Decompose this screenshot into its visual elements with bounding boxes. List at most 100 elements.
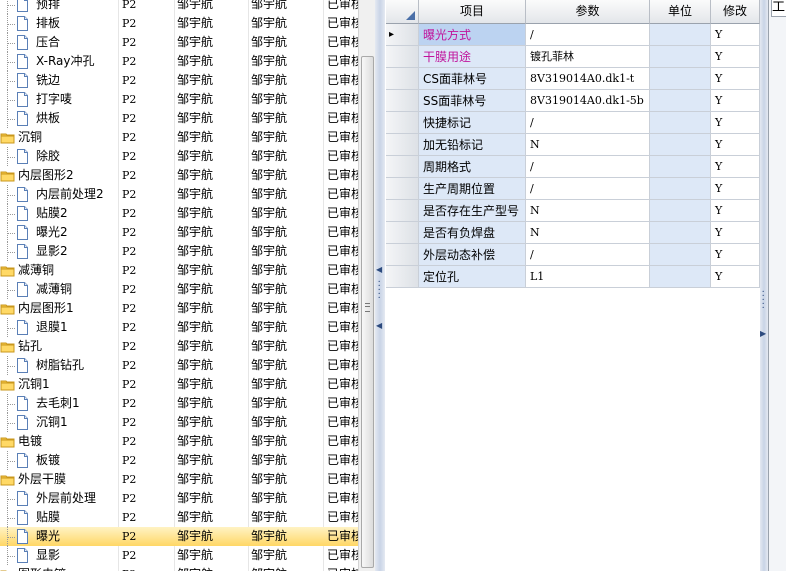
grid-cell-unit[interactable] bbox=[650, 68, 711, 90]
tree-row[interactable]: 内层前处理2 P2 邹宇航 邹宇航 已审核 bbox=[0, 185, 358, 204]
tree-node[interactable]: 沉铜 bbox=[0, 128, 114, 147]
tree-row[interactable]: 显影2 P2 邹宇航 邹宇航 已审核 bbox=[0, 242, 358, 261]
tree-node[interactable]: 内层图形1 bbox=[0, 299, 114, 318]
tree-node[interactable]: 烘板 bbox=[0, 109, 114, 128]
tree-row[interactable]: 板镀 P2 邹宇航 邹宇航 已审核 bbox=[0, 451, 358, 470]
grid-cell-param[interactable]: / bbox=[526, 244, 650, 266]
tree-row[interactable]: 贴膜2 P2 邹宇航 邹宇航 已审核 bbox=[0, 204, 358, 223]
tree-row[interactable]: 预排 P2 邹宇航 邹宇航 已审核 bbox=[0, 0, 358, 14]
grid-row[interactable]: 生产周期位置 / Y bbox=[386, 178, 760, 200]
tree-row[interactable]: 贴膜 P2 邹宇航 邹宇航 已审核 bbox=[0, 508, 358, 527]
tree-row[interactable]: 沉铜1 P2 邹宇航 邹宇航 已审核 bbox=[0, 413, 358, 432]
grid-cell-unit[interactable] bbox=[650, 200, 711, 222]
grid-cell-item[interactable]: 干膜用途 bbox=[419, 46, 526, 68]
tree-node[interactable]: 打字唛 bbox=[0, 90, 114, 109]
grid-row[interactable]: 干膜用途 镀孔菲林 Y bbox=[386, 46, 760, 68]
grid-cell-param[interactable]: / bbox=[526, 156, 650, 178]
tree-row[interactable]: 外层前处理 P2 邹宇航 邹宇航 已审核 bbox=[0, 489, 358, 508]
grid-cell-unit[interactable] bbox=[650, 266, 711, 288]
grid-row[interactable]: 外层动态补偿 / Y bbox=[386, 244, 760, 266]
tree-node[interactable]: 排板 bbox=[0, 14, 114, 33]
grid-cell-item[interactable]: 外层动态补偿 bbox=[419, 244, 526, 266]
tree-row[interactable]: 烘板 P2 邹宇航 邹宇航 已审核 bbox=[0, 109, 358, 128]
grid-cell-modify[interactable]: Y bbox=[711, 200, 760, 222]
row-indicator[interactable] bbox=[386, 156, 419, 178]
tree-node[interactable]: 板镀 bbox=[0, 451, 114, 470]
tree-node[interactable]: 贴膜2 bbox=[0, 204, 114, 223]
tree-row[interactable]: 内层图形2 P2 邹宇航 邹宇航 已审核 bbox=[0, 166, 358, 185]
grid-cell-item[interactable]: 加无铅标记 bbox=[419, 134, 526, 156]
grid-row[interactable]: 定位孔 L1 Y bbox=[386, 266, 760, 288]
collapse-left-icon-2[interactable]: ◀ bbox=[376, 322, 382, 330]
collapse-right-icon[interactable]: ▶ bbox=[760, 330, 766, 338]
tree-row[interactable]: 减薄铜 P2 邹宇航 邹宇航 已审核 bbox=[0, 280, 358, 299]
row-indicator[interactable] bbox=[386, 46, 419, 68]
grid-cell-modify[interactable]: Y bbox=[711, 222, 760, 244]
tree-node[interactable]: 退膜1 bbox=[0, 318, 114, 337]
tree-row[interactable]: 减薄铜 P2 邹宇航 邹宇航 已审核 bbox=[0, 261, 358, 280]
grid-row[interactable]: CS面菲林号 8V319014A0.dk1-t Y bbox=[386, 68, 760, 90]
tree-node[interactable]: 显影 bbox=[0, 546, 114, 565]
tree-node[interactable]: 除胶 bbox=[0, 147, 114, 166]
row-indicator[interactable] bbox=[386, 90, 419, 112]
grid-cell-param[interactable]: N bbox=[526, 200, 650, 222]
grid-cell-param[interactable]: / bbox=[526, 112, 650, 134]
grid-row[interactable]: ▸ 曝光方式 / Y bbox=[386, 24, 760, 46]
tree-node[interactable]: 压合 bbox=[0, 33, 114, 52]
header-unit[interactable]: 单位 bbox=[650, 0, 711, 24]
tree-row[interactable]: 沉铜 P2 邹宇航 邹宇航 已审核 bbox=[0, 128, 358, 147]
header-param[interactable]: 参数 bbox=[526, 0, 650, 24]
grid-cell-unit[interactable] bbox=[650, 46, 711, 68]
tree-node[interactable]: X-Ray冲孔 bbox=[0, 52, 114, 71]
grid-cell-modify[interactable]: Y bbox=[711, 112, 760, 134]
grid-cell-modify[interactable]: Y bbox=[711, 90, 760, 112]
grid-cell-unit[interactable] bbox=[650, 112, 711, 134]
side-tab[interactable]: 工艺 bbox=[771, 0, 786, 17]
tree-node[interactable]: 钻孔 bbox=[0, 337, 114, 356]
tree-node[interactable]: 外层干膜 bbox=[0, 470, 114, 489]
tree-row[interactable]: 树脂钻孔 P2 邹宇航 邹宇航 已审核 bbox=[0, 356, 358, 375]
row-indicator[interactable] bbox=[386, 112, 419, 134]
tree-node[interactable]: 沉铜1 bbox=[0, 375, 114, 394]
grid-row[interactable]: 快捷标记 / Y bbox=[386, 112, 760, 134]
row-indicator[interactable] bbox=[386, 222, 419, 244]
tree-node[interactable]: 曝光2 bbox=[0, 223, 114, 242]
grid-cell-param[interactable]: 镀孔菲林 bbox=[526, 46, 650, 68]
tree-node[interactable]: 内层图形2 bbox=[0, 166, 114, 185]
tree-node[interactable]: 外层前处理 bbox=[0, 489, 114, 508]
tree-row[interactable]: 去毛刺1 P2 邹宇航 邹宇航 已审核 bbox=[0, 394, 358, 413]
tree-node[interactable]: 图形电镀 bbox=[0, 565, 114, 571]
grid-cell-modify[interactable]: Y bbox=[711, 134, 760, 156]
tree-row[interactable]: 曝光 P2 邹宇航 邹宇航 已审核 bbox=[0, 527, 358, 546]
grid-row[interactable]: 加无铅标记 N Y bbox=[386, 134, 760, 156]
row-indicator[interactable]: ▸ bbox=[386, 24, 419, 46]
tree-row[interactable]: 排板 P2 邹宇航 邹宇航 已审核 bbox=[0, 14, 358, 33]
grid-cell-item[interactable]: 快捷标记 bbox=[419, 112, 526, 134]
tree-node[interactable]: 铣边 bbox=[0, 71, 114, 90]
tree-node[interactable]: 沉铜1 bbox=[0, 413, 114, 432]
scrollbar-thumb[interactable] bbox=[361, 56, 374, 568]
grid-row[interactable]: 周期格式 / Y bbox=[386, 156, 760, 178]
row-indicator[interactable] bbox=[386, 244, 419, 266]
tree-row[interactable]: X-Ray冲孔 P2 邹宇航 邹宇航 已审核 bbox=[0, 52, 358, 71]
row-indicator[interactable] bbox=[386, 178, 419, 200]
tree-row[interactable]: 铣边 P2 邹宇航 邹宇航 已审核 bbox=[0, 71, 358, 90]
tree-node[interactable]: 树脂钻孔 bbox=[0, 356, 114, 375]
grid-cell-unit[interactable] bbox=[650, 222, 711, 244]
grid-cell-unit[interactable] bbox=[650, 178, 711, 200]
grid-cell-item[interactable]: 曝光方式 bbox=[419, 24, 526, 46]
grid-cell-item[interactable]: 是否存在生产型号 bbox=[419, 200, 526, 222]
tree-node[interactable]: 减薄铜 bbox=[0, 280, 114, 299]
row-indicator[interactable] bbox=[386, 68, 419, 90]
tree-node[interactable]: 显影2 bbox=[0, 242, 114, 261]
grid-cell-param[interactable]: N bbox=[526, 134, 650, 156]
collapse-left-icon[interactable]: ◀ bbox=[376, 266, 382, 274]
left-splitter[interactable]: ◀ • • • • • ◀ bbox=[375, 0, 385, 571]
grid-cell-modify[interactable]: Y bbox=[711, 156, 760, 178]
grid-row[interactable]: SS面菲林号 8V319014A0.dk1-5b Y bbox=[386, 90, 760, 112]
tree-row[interactable]: 曝光2 P2 邹宇航 邹宇航 已审核 bbox=[0, 223, 358, 242]
grid-cell-param[interactable]: / bbox=[526, 178, 650, 200]
tree-node[interactable]: 贴膜 bbox=[0, 508, 114, 527]
grid-cell-item[interactable]: 生产周期位置 bbox=[419, 178, 526, 200]
grid-cell-param[interactable]: L1 bbox=[526, 266, 650, 288]
